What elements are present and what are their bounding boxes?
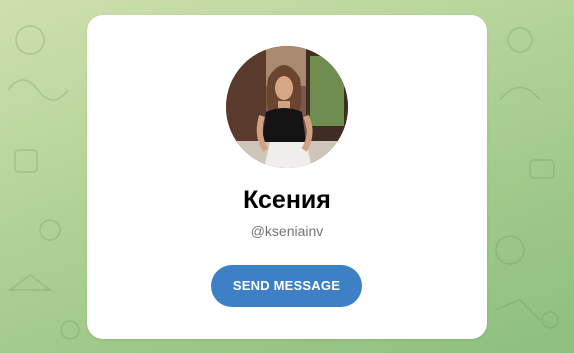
profile-username: @kseniainv [250, 223, 324, 239]
profile-card: Ксения @kseniainv SEND MESSAGE [87, 15, 487, 339]
send-message-button[interactable]: SEND MESSAGE [211, 265, 362, 307]
avatar[interactable] [226, 46, 348, 168]
profile-name: Ксения [243, 186, 331, 214]
